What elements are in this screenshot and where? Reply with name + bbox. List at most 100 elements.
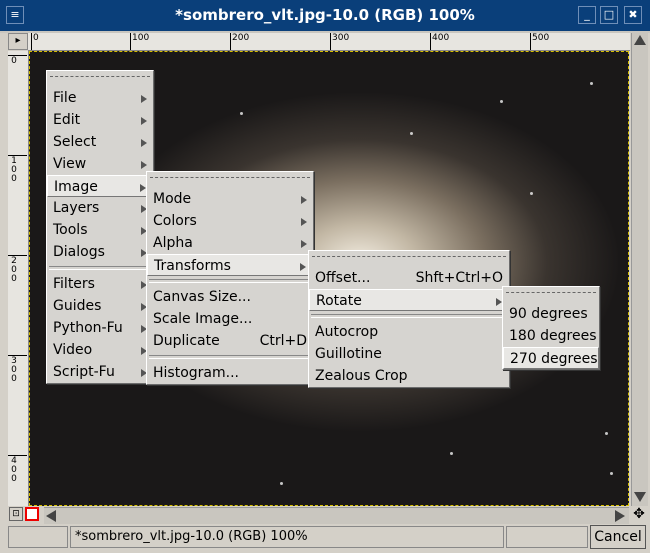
menu-item-histogram[interactable]: Histogram... [147, 362, 313, 384]
scroll-up-arrow-icon[interactable] [634, 35, 646, 45]
menu-item-zealous-crop[interactable]: Zealous Crop [309, 365, 509, 387]
star-decoration [450, 452, 453, 455]
menu-item-layers[interactable]: Layers [47, 197, 153, 219]
vertical-ruler[interactable]: 0 100 200 300 400 [8, 51, 29, 506]
menu-tearoff[interactable] [312, 256, 506, 265]
menu-item-offset[interactable]: Offset... Shft+Ctrl+O [309, 267, 509, 289]
menu-item-dialogs[interactable]: Dialogs [47, 241, 153, 263]
menu-item-select[interactable]: Select [47, 131, 153, 153]
scroll-left-arrow-icon[interactable] [46, 510, 56, 522]
menu-item-mode[interactable]: Mode [147, 188, 313, 210]
menu-item-270-degrees[interactable]: 270 degrees [503, 347, 599, 369]
menu-item-label: Offset... [315, 270, 371, 286]
menu-item-colors[interactable]: Colors [147, 210, 313, 232]
submenu-arrow-icon [300, 263, 306, 271]
menu-item-guillotine[interactable]: Guillotine [309, 343, 509, 365]
menu-item-file[interactable]: File [47, 87, 153, 109]
image-menu-arrow-button[interactable]: ▸ [8, 33, 28, 50]
menu-item-autocrop[interactable]: Autocrop [309, 321, 509, 343]
scroll-right-arrow-icon[interactable] [615, 510, 625, 522]
menu-item-video[interactable]: Video [47, 339, 153, 361]
star-decoration [240, 112, 243, 115]
minimize-button[interactable]: _ [578, 6, 596, 24]
menu-item-label: Layers [53, 200, 100, 216]
menu-item-label: Histogram... [153, 365, 239, 381]
navigation-icon[interactable]: ✥ [631, 507, 647, 523]
ruler-tick-label: 500 [530, 33, 550, 50]
star-decoration [605, 432, 608, 435]
menu-item-canvas-size[interactable]: Canvas Size... [147, 286, 313, 308]
menu-tearoff[interactable] [506, 292, 596, 301]
menu-item-duplicate[interactable]: Duplicate Ctrl+D [147, 330, 313, 352]
menu-item-label: Autocrop [315, 324, 379, 340]
menu-item-label: Transforms [154, 258, 231, 274]
menu-tearoff[interactable] [50, 76, 150, 85]
vertical-scrollbar[interactable] [631, 33, 648, 506]
menu-item-label: Zealous Crop [315, 368, 408, 384]
menu-separator [311, 314, 507, 318]
menu-item-shortcut: Ctrl+D [259, 333, 307, 349]
menu-item-label: Rotate [316, 293, 362, 309]
ruler-tick-label: 200 [230, 33, 250, 50]
menu-item-rotate[interactable]: Rotate [309, 289, 509, 311]
ruler-tick-label: 0 [31, 33, 39, 50]
status-text: *sombrero_vlt.jpg-10.0 (RGB) 100% [70, 526, 504, 548]
coordinates-display [8, 526, 68, 548]
window-titlebar[interactable]: ≡ *sombrero_vlt.jpg-10.0 (RGB) 100% _ □ … [0, 0, 650, 33]
star-decoration [530, 192, 533, 195]
menu-item-filters[interactable]: Filters [47, 273, 153, 295]
progress-bar [506, 526, 588, 548]
menu-item-label: Image [54, 179, 98, 195]
star-decoration [410, 132, 413, 135]
menu-item-scale-image[interactable]: Scale Image... [147, 308, 313, 330]
quickmask-off-icon[interactable]: ⊡ [9, 507, 23, 521]
menu-item-edit[interactable]: Edit [47, 109, 153, 131]
submenu-arrow-icon [301, 218, 307, 226]
ruler-tick-label: 200 [8, 255, 27, 284]
menu-item-label: Colors [153, 213, 197, 229]
ruler-tick-label: 100 [130, 33, 150, 50]
menu-item-label: Alpha [153, 235, 193, 251]
ruler-tick-label: 0 [8, 55, 27, 66]
menu-item-label: Video [53, 342, 93, 358]
menu-item-180-degrees[interactable]: 180 degrees [503, 325, 599, 347]
menu-item-image[interactable]: Image [47, 175, 153, 197]
horizontal-ruler[interactable]: 0 100 200 300 400 500 [28, 33, 630, 51]
scroll-down-arrow-icon[interactable] [634, 492, 646, 502]
ruler-tick-label: 300 [8, 355, 27, 384]
menu-tearoff[interactable] [150, 177, 310, 186]
submenu-arrow-icon [141, 117, 147, 125]
menu-item-transforms[interactable]: Transforms [147, 254, 313, 276]
menu-separator [149, 279, 311, 283]
ruler-tick-label: 300 [330, 33, 350, 50]
cancel-button[interactable]: Cancel [590, 525, 646, 549]
status-bar: *sombrero_vlt.jpg-10.0 (RGB) 100% Cancel [0, 524, 650, 553]
menu-item-90-degrees[interactable]: 90 degrees [503, 303, 599, 325]
submenu-arrow-icon [301, 240, 307, 248]
menu-item-label: 270 degrees [510, 351, 598, 367]
ruler-tick-label: 400 [8, 455, 27, 484]
menu-item-label: Dialogs [53, 244, 105, 260]
ruler-tick-label: 400 [430, 33, 450, 50]
menu-item-label: Guillotine [315, 346, 382, 362]
rotate-submenu: 90 degrees 180 degrees 270 degrees [502, 286, 600, 370]
menu-item-label: Guides [53, 298, 102, 314]
menu-item-shortcut: Shft+Ctrl+O [415, 270, 503, 286]
menu-item-alpha[interactable]: Alpha [147, 232, 313, 254]
menu-item-label: 90 degrees [509, 306, 588, 322]
menu-item-guides[interactable]: Guides [47, 295, 153, 317]
star-decoration [590, 82, 593, 85]
image-context-menu: File Edit Select View Image Layers Tools Dialog… [46, 70, 154, 384]
submenu-arrow-icon [301, 196, 307, 204]
close-button[interactable]: ✖ [624, 6, 642, 24]
menu-item-tools[interactable]: Tools [47, 219, 153, 241]
menu-item-view[interactable]: View [47, 153, 153, 175]
horizontal-scrollbar[interactable] [44, 507, 629, 524]
menu-item-python-fu[interactable]: Python-Fu [47, 317, 153, 339]
menu-separator [149, 355, 311, 359]
menu-separator [49, 266, 151, 270]
quickmask-on-icon[interactable] [25, 507, 39, 521]
maximize-button[interactable]: □ [600, 6, 618, 24]
menu-item-label: Duplicate [153, 333, 220, 349]
menu-item-script-fu[interactable]: Script-Fu [47, 361, 153, 383]
